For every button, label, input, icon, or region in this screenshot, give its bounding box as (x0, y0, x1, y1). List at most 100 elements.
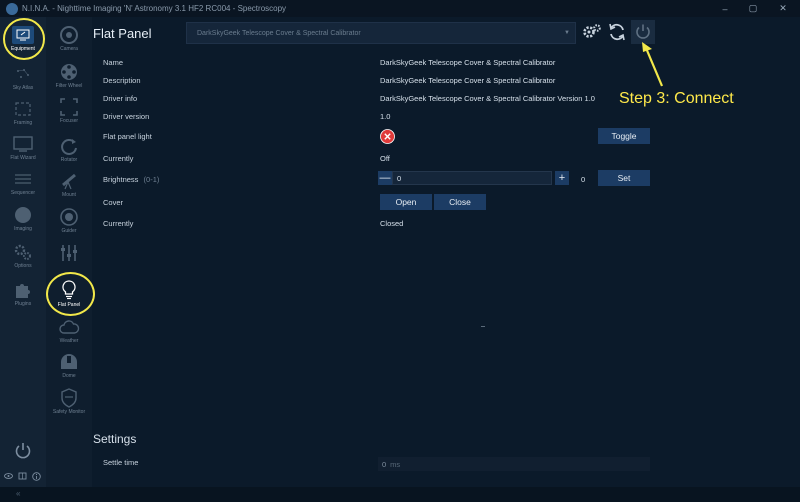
settings-title: Settings (93, 432, 137, 446)
sidebar-item-label: Options (14, 263, 32, 269)
subnav-item-label: Mount (62, 192, 76, 198)
framing-icon (12, 98, 34, 120)
subnav-item-mount[interactable]: Mount (46, 170, 92, 198)
settle-time-input[interactable]: 0 ms (378, 457, 650, 471)
subnav-item-filter-wheel[interactable]: Filter Wheel (46, 61, 92, 89)
guider-icon (58, 206, 80, 228)
cover-currently-label: Currently (103, 219, 134, 228)
equipment-highlight-ring (3, 18, 45, 60)
cover-state-value: Closed (380, 219, 404, 228)
sidebar-item-label: Sequencer (10, 190, 36, 196)
refresh-icon (609, 23, 625, 41)
sidebar-item-plugins[interactable]: Plugins (0, 279, 46, 307)
subnav-item-camera[interactable]: Camera (46, 24, 92, 52)
step-annotation: Step 3: Connect (619, 90, 734, 107)
sidebar-item-label: Imaging (14, 226, 32, 232)
brightness-range: (0-1) (143, 175, 160, 184)
brightness-current-value: 0 (581, 175, 586, 184)
cloud-icon (58, 316, 80, 338)
sidebar-item-sequencer[interactable]: Sequencer (0, 168, 46, 196)
footer-icons (4, 471, 44, 481)
focuser-icon (58, 96, 80, 118)
plugins-icon (12, 279, 34, 301)
description-label: Description (103, 76, 141, 85)
sidebar-item-framing[interactable]: Framing (0, 98, 46, 126)
settle-time-label: Settle time (103, 458, 139, 467)
sky-atlas-icon (12, 63, 34, 85)
name-label: Name (103, 58, 124, 67)
subnav-item-focuser[interactable]: Focuser (46, 96, 92, 124)
camera-icon (58, 24, 80, 46)
device-select[interactable]: DarkSkyGeek Telescope Cover & Spectral C… (186, 22, 576, 44)
set-brightness-button[interactable]: Set (598, 170, 650, 186)
sidebar-item-flat-wizard[interactable]: Flat Wizard (0, 133, 46, 161)
status-bar: « (0, 487, 800, 502)
plus-icon: + (558, 172, 566, 184)
collapse-sidebar-icon[interactable]: « (16, 489, 20, 498)
divider (481, 326, 485, 327)
driver-version-label: Driver version (103, 112, 150, 121)
maximize-button[interactable]: ▢ (740, 0, 766, 17)
driver-version-value: 1.0 (380, 112, 391, 121)
sidebar-item-label: Flat Wizard (10, 155, 36, 161)
sidebar-item-sky-atlas[interactable]: Sky Atlas (0, 63, 46, 91)
rotator-icon (58, 135, 80, 157)
eye-icon[interactable] (4, 472, 13, 480)
subnav-item-safety-monitor[interactable]: Safety Monitor (46, 387, 92, 415)
brightness-increment-button[interactable]: + (555, 171, 569, 185)
options-icon (12, 241, 34, 263)
close-window-button[interactable]: ✕ (770, 0, 796, 17)
flat-wizard-icon (12, 133, 34, 155)
sidebar-item-label: Plugins (14, 301, 32, 307)
dome-icon (58, 351, 80, 373)
flat-panel-highlight-ring (46, 272, 95, 316)
sidebar-item-options[interactable]: Options (0, 241, 46, 269)
settle-time-unit: ms (390, 459, 401, 469)
cover-label: Cover (103, 198, 124, 207)
flat-panel-light-label: Flat panel light (103, 132, 152, 141)
sidebar-item-imaging[interactable]: Imaging (0, 204, 46, 232)
subnav-item-dome[interactable]: Dome (46, 351, 92, 379)
sequencer-icon (12, 168, 34, 190)
sidebar-item-label: Sky Atlas (12, 85, 34, 91)
sidebar-item-label: Framing (13, 120, 33, 126)
subnav-item-label: Camera (60, 46, 78, 52)
driver-info-value: DarkSkyGeek Telescope Cover & Spectral C… (380, 94, 595, 103)
power-button[interactable] (0, 440, 46, 462)
subnav-item-guider[interactable]: Guider (46, 206, 92, 234)
switch-icon (58, 242, 80, 264)
subnav-item-label: Rotator (60, 157, 78, 163)
light-off-icon (380, 129, 395, 149)
page-title: Flat Panel (93, 26, 152, 41)
rescan-devices-button[interactable] (605, 20, 629, 44)
gears-icon (583, 24, 601, 38)
filter-wheel-icon (58, 61, 80, 83)
driver-info-label: Driver info (103, 94, 138, 103)
arrow-icon (642, 42, 664, 87)
brightness-input[interactable]: 0 (392, 171, 552, 185)
subnav-item-rotator[interactable]: Rotator (46, 135, 92, 163)
open-cover-button[interactable]: Open (380, 194, 432, 210)
shield-icon (58, 387, 80, 409)
minimize-button[interactable]: – (712, 0, 738, 17)
subnav-item-weather[interactable]: Weather (46, 316, 92, 344)
imaging-icon (12, 204, 34, 226)
brightness-decrement-button[interactable]: — (378, 171, 392, 185)
title-bar: N.I.N.A. - Nighttime Imaging 'N' Astrono… (0, 0, 800, 17)
subnav-item-label: Dome (62, 373, 76, 379)
device-settings-button[interactable] (580, 20, 604, 44)
app-logo-icon (6, 2, 18, 15)
toggle-light-button[interactable]: Toggle (598, 128, 650, 144)
subnav-item-label: Focuser (59, 118, 79, 124)
subnav-item-label: Filter Wheel (55, 83, 83, 89)
chevron-down-icon: ▼ (564, 30, 570, 36)
window-title: N.I.N.A. - Nighttime Imaging 'N' Astrono… (22, 4, 287, 13)
brightness-label: Brightness (0-1) (103, 175, 159, 184)
info-icon[interactable] (32, 471, 41, 481)
close-cover-button[interactable]: Close (434, 194, 486, 210)
settle-time-value: 0 (382, 459, 387, 469)
book-icon[interactable] (18, 472, 27, 480)
device-select-value: DarkSkyGeek Telescope Cover & Spectral C… (197, 29, 361, 37)
subnav-item-switch[interactable] (46, 242, 92, 264)
power-icon (636, 24, 650, 39)
